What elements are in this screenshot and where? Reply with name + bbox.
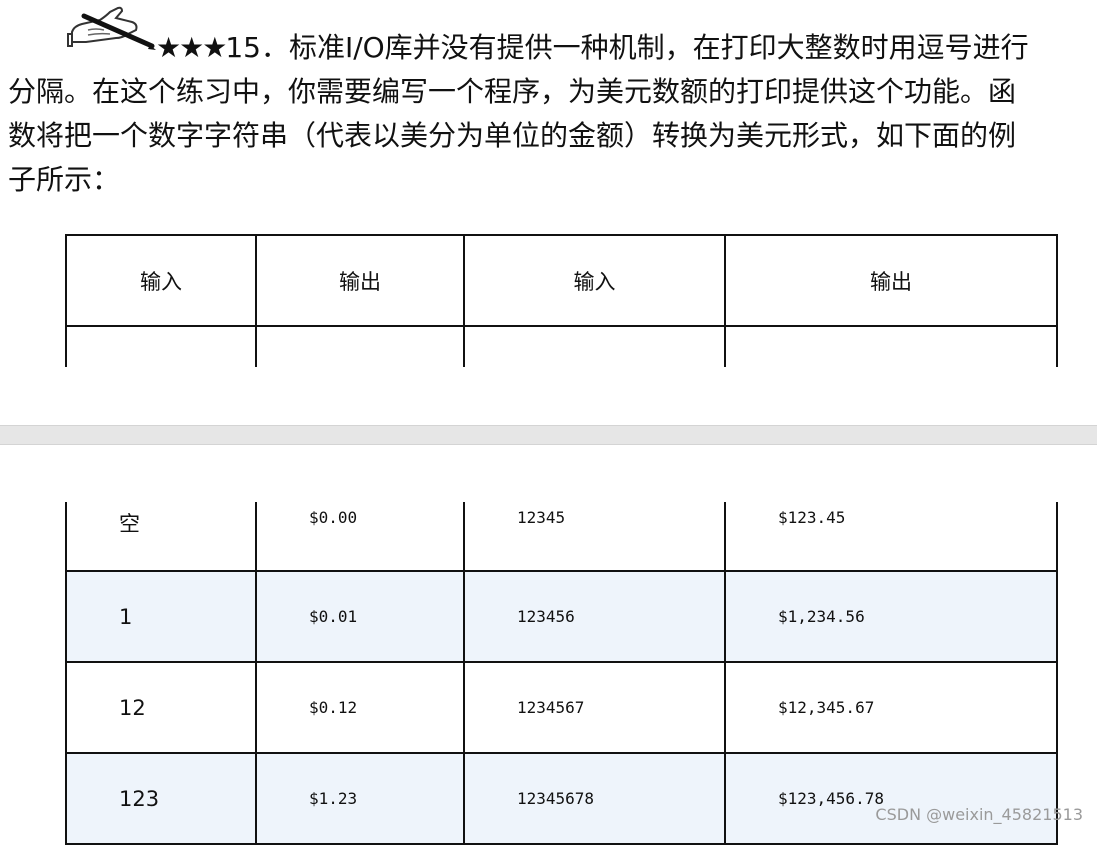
io-table-body: 空 $0.00 12345 $123.45 1 $0.01 123456 $1,… [65, 502, 1058, 845]
input-cell: 空 [65, 502, 257, 572]
output-cell: $123,456.78 [724, 752, 1058, 845]
table-row: 1 $0.01 123456 $1,234.56 [65, 570, 1058, 663]
io-table-header: 输入 输出 输入 输出 [65, 234, 1058, 367]
table-row-continuation [65, 325, 1058, 367]
header-output-1: 输出 [255, 234, 465, 327]
input-cell: 123456 [463, 570, 726, 663]
table-row: 123 $1.23 12345678 $123,456.78 [65, 752, 1058, 845]
input-cell: 1 [65, 570, 257, 663]
input-cell: 123 [65, 752, 257, 845]
watermark: CSDN @weixin_45821513 [875, 805, 1083, 824]
output-cell: $0.12 [255, 661, 465, 754]
exercise-line-4: 子所示： [8, 163, 121, 196]
output-cell: $0.01 [255, 570, 465, 663]
table-cell [255, 325, 465, 367]
output-cell: $123.45 [724, 502, 1058, 572]
header-output-2: 输出 [724, 234, 1058, 327]
exercise-line-3: 数将把一个数字字符串（代表以美分为单位的金额）转换为美元形式，如下面的例 [8, 119, 1017, 152]
exercise-line-2: 分隔。在这个练习中，你需要编写一个程序，为美元数额的打印提供这个功能。函 [8, 75, 1017, 108]
table-row: 12 $0.12 1234567 $12,345.67 [65, 661, 1058, 754]
table-cell [463, 325, 726, 367]
header-input-2: 输入 [463, 234, 726, 327]
table-header-row: 输入 输出 输入 输出 [65, 234, 1058, 327]
exercise-line-1: ．标准I/O库并没有提供一种机制，在打印大整数时用逗号进行 [260, 31, 1029, 64]
output-cell: $12,345.67 [724, 661, 1058, 754]
header-input-1: 输入 [65, 234, 257, 327]
difficulty-stars: ★★★ [156, 31, 227, 64]
table-row: 空 $0.00 12345 $123.45 [65, 502, 1058, 572]
input-cell: 12 [65, 661, 257, 754]
table-cell [65, 325, 257, 367]
exercise-text: ★★★15．标准I/O库并没有提供一种机制，在打印大整数时用逗号进行 分隔。在这… [8, 26, 1090, 202]
input-cell: 12345 [463, 502, 726, 572]
input-cell: 12345678 [463, 752, 726, 845]
exercise-number: 15 [225, 31, 261, 64]
input-cell: 1234567 [463, 661, 726, 754]
output-cell: $1.23 [255, 752, 465, 845]
table-cell [724, 325, 1058, 367]
output-cell: $1,234.56 [724, 570, 1058, 663]
output-cell: $0.00 [255, 502, 465, 572]
page-break-divider [0, 425, 1097, 445]
